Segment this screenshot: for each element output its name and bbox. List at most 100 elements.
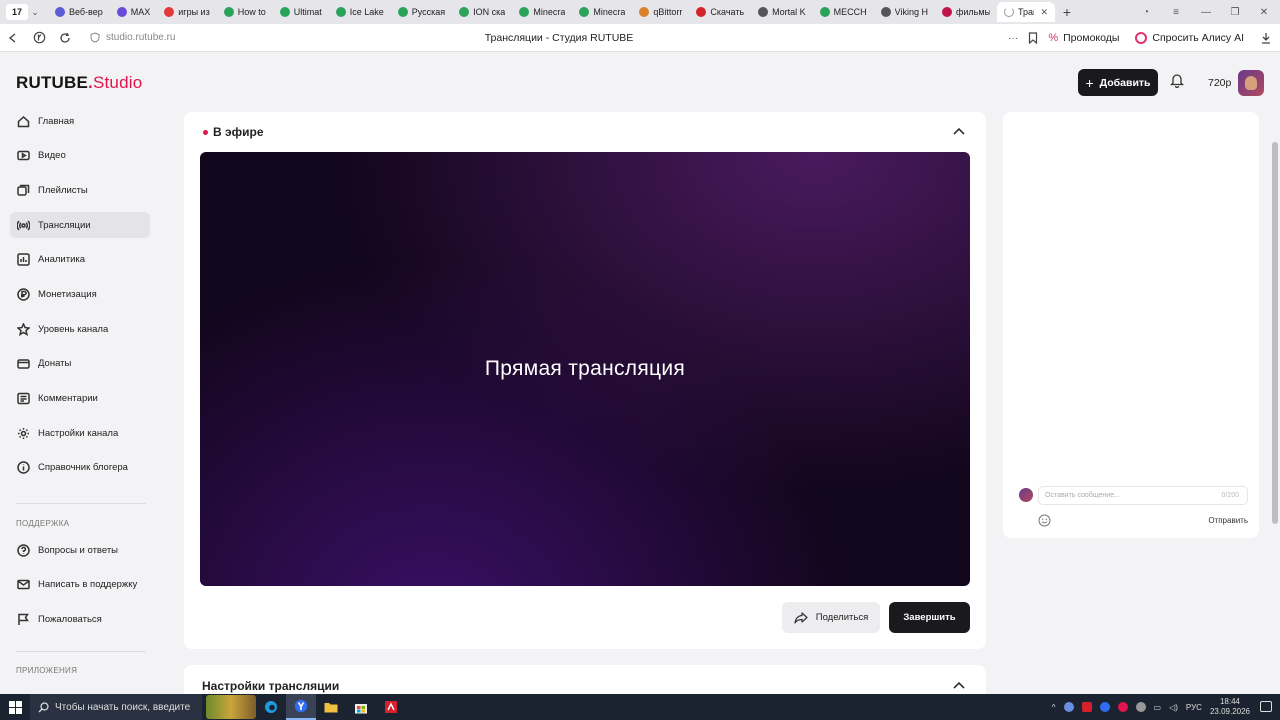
- more-icon[interactable]: ···: [1008, 32, 1019, 44]
- tray-app-icon[interactable]: [1063, 702, 1074, 712]
- sidebar-item-comment[interactable]: Комментарии: [10, 386, 150, 412]
- minimize-button[interactable]: —: [1192, 0, 1220, 24]
- share-button[interactable]: Поделиться: [782, 602, 880, 633]
- taskbar-edge[interactable]: [256, 694, 286, 720]
- scrollbar-thumb[interactable]: [1272, 142, 1278, 524]
- tab-counter[interactable]: 17: [6, 4, 28, 20]
- tray-app-icon[interactable]: [1081, 702, 1092, 712]
- menu-icon[interactable]: ≡: [1162, 0, 1190, 24]
- yandex-browser-icon: [294, 699, 308, 713]
- taskbar-explorer[interactable]: [316, 694, 346, 720]
- browser-tab[interactable]: qBittorr: [632, 2, 689, 22]
- tray-app-icon[interactable]: [1099, 702, 1110, 712]
- new-tab-button[interactable]: +: [1059, 4, 1075, 20]
- reload-button[interactable]: [52, 25, 78, 51]
- network-icon[interactable]: ▭: [1154, 703, 1162, 712]
- browser-tab[interactable]: Viking H: [874, 2, 935, 22]
- send-button[interactable]: Отправить: [1208, 516, 1248, 525]
- sidebar-item-analytics[interactable]: Аналитика: [10, 247, 150, 273]
- tray-app-icon[interactable]: [1117, 702, 1128, 712]
- end-stream-button[interactable]: Завершить: [889, 602, 970, 633]
- browser-tab[interactable]: игры из: [157, 2, 216, 22]
- favicon-icon: [942, 7, 952, 17]
- sidebar-item-home[interactable]: Главная: [10, 108, 150, 134]
- browser-tab[interactable]: Русская: [391, 2, 452, 22]
- tabs-menu-chevron-icon[interactable]: ⌄: [28, 7, 42, 18]
- clock[interactable]: 18:44 23.09.2026: [1210, 697, 1250, 717]
- tab-active[interactable]: Тран ✕: [997, 2, 1055, 22]
- taskbar-search[interactable]: Чтобы начать поиск, введите: [30, 694, 202, 720]
- sidebar-item-donate[interactable]: Донаты: [10, 351, 150, 377]
- add-button[interactable]: + Добавить: [1078, 69, 1158, 96]
- sidebar-item-gear[interactable]: Настройки канала: [10, 420, 150, 446]
- loading-icon: [1004, 7, 1014, 17]
- tray-expand-icon[interactable]: ^: [1052, 703, 1056, 712]
- sidebar-item-mail[interactable]: Написать в поддержку: [10, 572, 150, 598]
- maximize-button[interactable]: ❐: [1221, 0, 1249, 24]
- info-icon: [16, 461, 30, 475]
- video-player[interactable]: Прямая трансляция: [200, 152, 970, 586]
- chevron-up-icon[interactable]: [952, 126, 966, 136]
- alice-button[interactable]: Спросить Алису AI: [1135, 32, 1244, 44]
- browser-tab[interactable]: How to: [217, 2, 273, 22]
- chat-message-input[interactable]: Оставить сообщение... 0/200: [1038, 486, 1248, 505]
- sidebar-item-label: Главная: [38, 115, 75, 127]
- favicon-icon: [116, 7, 127, 17]
- emoji-icon[interactable]: [1038, 514, 1051, 527]
- favicon-icon: [335, 7, 346, 17]
- promo-button[interactable]: % Промокоды: [1048, 32, 1119, 44]
- favicon-icon: [279, 7, 290, 17]
- volume-icon[interactable]: ◁): [1169, 703, 1178, 712]
- browser-tab[interactable]: Ice Lake: [329, 2, 391, 22]
- browser-tab[interactable]: Minecra: [512, 2, 572, 22]
- browser-tab[interactable]: MECCH: [813, 2, 874, 22]
- notifications-button[interactable]: [1169, 73, 1185, 91]
- sidebar-item-video[interactable]: Видео: [10, 143, 150, 169]
- taskbar-yandex-browser[interactable]: [286, 694, 316, 720]
- download-icon[interactable]: [1260, 32, 1272, 44]
- browser-tab[interactable]: Скачать: [689, 2, 751, 22]
- taskbar-app-red[interactable]: [376, 694, 406, 720]
- browser-tab[interactable]: Mortal K: [751, 2, 813, 22]
- sidebar-item-help[interactable]: Вопросы и ответы: [10, 537, 150, 563]
- gear-icon: [16, 426, 30, 440]
- live-stream-card: В эфире Прямая трансляция Поделиться Зав…: [184, 112, 986, 649]
- sidebar-item-broadcast[interactable]: Трансляции: [10, 212, 150, 239]
- donate-icon: [16, 357, 30, 371]
- browser-tab[interactable]: Minecra: [572, 2, 632, 22]
- browser-tab[interactable]: Ultimat: [273, 2, 329, 22]
- chevron-up-icon[interactable]: [952, 680, 966, 690]
- browser-tab[interactable]: ION ска: [452, 2, 512, 22]
- sidebar-item-star[interactable]: Уровень канала: [10, 316, 150, 342]
- browser-tab[interactable]: MAX: [110, 2, 158, 22]
- close-tab-icon[interactable]: ✕: [1040, 7, 1048, 18]
- flag-icon: [16, 612, 30, 626]
- notification-center-icon[interactable]: [1260, 701, 1272, 712]
- language-indicator[interactable]: РУС: [1186, 703, 1202, 712]
- back-button[interactable]: [0, 25, 26, 51]
- start-button[interactable]: [0, 700, 30, 714]
- browser-tab[interactable]: Веб-вер: [48, 2, 110, 22]
- browser-tab[interactable]: фильмы: [935, 2, 997, 22]
- sidebar-divider: [16, 503, 146, 504]
- yandex-home-button[interactable]: [26, 25, 52, 51]
- windows-icon: [8, 700, 22, 714]
- bookmark-icon[interactable]: [1028, 32, 1038, 44]
- taskbar-store[interactable]: [346, 694, 376, 720]
- sidebar-item-label: Справочник блогера: [38, 462, 128, 474]
- profile-icon[interactable]: ◔: [1132, 0, 1160, 24]
- url-field[interactable]: studio.rutube.ru: [90, 32, 176, 43]
- sidebar-item-monetization[interactable]: Монетизация: [10, 281, 150, 307]
- search-highlight-image[interactable]: [206, 695, 256, 719]
- tray-app-icon[interactable]: [1135, 702, 1146, 712]
- sidebar-item-label: Монетизация: [38, 288, 97, 300]
- store-icon: [355, 703, 367, 713]
- rutube-studio-logo[interactable]: RUTUBE.Studio: [16, 73, 142, 93]
- close-window-button[interactable]: ✕: [1250, 0, 1278, 24]
- sidebar-nav: Главная Видео Плейлисты Трансляции Аналитика…: [10, 108, 150, 490]
- avatar[interactable]: [1238, 70, 1264, 96]
- sidebar-item-info[interactable]: Справочник блогера: [10, 455, 150, 481]
- quality-indicator[interactable]: 720p: [1208, 77, 1231, 89]
- sidebar-item-flag[interactable]: Пожаловаться: [10, 606, 150, 632]
- sidebar-item-playlist[interactable]: Плейлисты: [10, 177, 150, 203]
